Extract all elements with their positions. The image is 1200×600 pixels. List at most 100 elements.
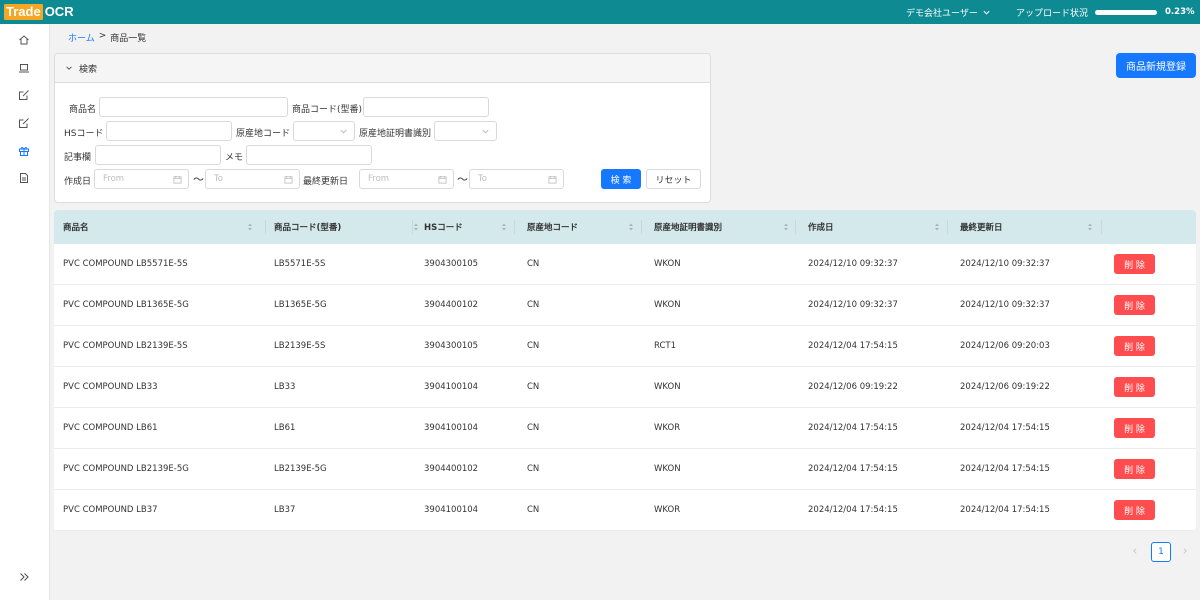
created-to-placeholder: To: [214, 174, 223, 184]
table-row[interactable]: PVC COMPOUND LB2139E-5G LB2139E-5G 3904400…: [54, 449, 1196, 490]
reset-button[interactable]: リセット: [646, 169, 701, 189]
table-cell: 2024/12/06 09:19:22: [960, 382, 1050, 392]
created-from-input[interactable]: From: [94, 169, 189, 189]
table-row[interactable]: PVC COMPOUND LB2139E-5S LB2139E-5S 3904300…: [54, 326, 1196, 367]
product-name-input[interactable]: [99, 97, 288, 117]
search-panel: 検索 商品名 商品コード(型番) HSコード 原産地コード 原産地証明書識別 記…: [54, 53, 711, 203]
product-code-label: 商品コード(型番): [292, 105, 363, 115]
table-row[interactable]: PVC COMPOUND LB61 LB61 3904100104 CN WKOR 202…: [54, 408, 1196, 449]
table-cell: PVC COMPOUND LB2139E-5G: [63, 464, 189, 474]
table-cell: PVC COMPOUND LB61: [63, 423, 158, 433]
table-cell: CN: [527, 259, 540, 269]
sort-icon[interactable]: [783, 222, 789, 232]
sort-icon[interactable]: [501, 222, 507, 232]
table-header: 商品名 商品コード(型番) HSコード 原産地コード 原産地証明書識別 作成日 最終更新日: [54, 210, 1196, 244]
table-cell: 3904400102: [424, 464, 479, 474]
table-cell: 2024/12/04 17:54:15: [960, 423, 1050, 433]
created-from-placeholder: From: [103, 174, 125, 184]
calendar-icon: [548, 175, 557, 184]
double-chevron-right-icon[interactable]: [17, 570, 31, 584]
table-row[interactable]: PVC COMPOUND LB5571E-5S LB5571E-5S 3904300…: [54, 244, 1196, 285]
new-product-button[interactable]: 商品新規登録: [1116, 53, 1196, 78]
table-cell: WKOR: [654, 423, 681, 433]
origin-cert-label: 原産地証明書識別: [359, 129, 432, 139]
column-header[interactable]: 原産地証明書識別: [654, 210, 722, 244]
table-row[interactable]: PVC COMPOUND LB37 LB37 3904100104 CN WKOR 202…: [54, 490, 1196, 531]
home-icon[interactable]: [17, 33, 31, 47]
breadcrumb: ホーム > 商品一覧: [68, 31, 146, 44]
table-cell: LB2139E-5G: [274, 464, 327, 474]
table-cell: 2024/12/06 09:20:03: [960, 341, 1050, 351]
table-cell: 2024/12/04 17:54:15: [808, 464, 898, 474]
delete-button[interactable]: 削 除: [1114, 459, 1155, 479]
table-cell: PVC COMPOUND LB2139E-5S: [63, 341, 188, 351]
table-cell: WKON: [654, 382, 681, 392]
column-header[interactable]: 最終更新日: [960, 210, 1003, 244]
origin-code-label: 原産地コード: [236, 129, 291, 139]
hs-code-input[interactable]: [106, 121, 232, 141]
laptop-icon[interactable]: [17, 61, 31, 75]
edit-icon[interactable]: [17, 88, 31, 102]
memo-input[interactable]: [246, 145, 372, 165]
table-cell: 2024/12/10 09:32:37: [808, 259, 898, 269]
sort-icon[interactable]: [628, 222, 634, 232]
delete-button[interactable]: 削 除: [1114, 336, 1155, 356]
table-row[interactable]: PVC COMPOUND LB1365E-5G LB1365E-5G 3904400…: [54, 285, 1196, 326]
updated-date-label: 最終更新日: [303, 177, 349, 187]
delete-button[interactable]: 削 除: [1114, 295, 1155, 315]
column-header[interactable]: HSコード: [424, 210, 463, 244]
search-panel-title: 検索: [79, 64, 98, 75]
delete-button[interactable]: 削 除: [1114, 254, 1155, 274]
table-cell: 2024/12/06 09:19:22: [808, 382, 898, 392]
origin-cert-select[interactable]: [434, 121, 497, 141]
updated-to-input[interactable]: To: [469, 169, 564, 189]
origin-code-select[interactable]: [293, 121, 355, 141]
column-header[interactable]: 原産地コード: [527, 210, 578, 244]
search-button[interactable]: 検 索: [601, 169, 641, 189]
pagination-next[interactable]: [1179, 544, 1191, 558]
upload-status-label: アップロード状況: [1016, 8, 1089, 19]
sort-icon[interactable]: [934, 222, 940, 232]
product-code-input[interactable]: [363, 97, 489, 117]
column-separator: [641, 220, 642, 234]
updated-from-input[interactable]: From: [359, 169, 454, 189]
chevron-down-icon: [66, 66, 72, 70]
column-separator: [795, 220, 796, 234]
table-cell: LB61: [274, 423, 296, 433]
user-menu[interactable]: デモ会社ユーザー: [906, 0, 991, 24]
pagination-prev[interactable]: [1129, 544, 1141, 558]
sort-icon[interactable]: [247, 222, 253, 232]
calendar-icon: [284, 175, 293, 184]
table-cell: LB33: [274, 382, 296, 392]
table-cell: PVC COMPOUND LB33: [63, 382, 158, 392]
table-row[interactable]: PVC COMPOUND LB33 LB33 3904100104 CN WKON 202…: [54, 367, 1196, 408]
logo-ocr-text: OCR: [44, 4, 74, 19]
notes-input[interactable]: [95, 145, 221, 165]
column-header[interactable]: 商品名: [63, 210, 89, 244]
column-header[interactable]: 商品コード(型番): [274, 210, 341, 244]
table-cell: 3904300105: [424, 341, 479, 351]
delete-button[interactable]: 削 除: [1114, 377, 1155, 397]
file-icon[interactable]: [17, 171, 31, 185]
app-logo[interactable]: Trade OCR: [4, 3, 74, 21]
table-cell: PVC COMPOUND LB5571E-5S: [63, 259, 188, 269]
gift-icon[interactable]: [17, 144, 31, 158]
calendar-icon: [173, 175, 182, 184]
sort-icon[interactable]: [1087, 222, 1093, 232]
breadcrumb-home[interactable]: ホーム: [68, 31, 95, 44]
chevron-right-icon: [1183, 548, 1187, 554]
hs-code-label: HSコード: [64, 129, 104, 139]
search-panel-header[interactable]: 検索: [55, 54, 710, 83]
column-separator: [514, 220, 515, 234]
chevron-down-icon: [340, 129, 347, 134]
column-header[interactable]: 作成日: [808, 210, 834, 244]
product-table: 商品名 商品コード(型番) HSコード 原産地コード 原産地証明書識別 作成日 最終更新日 …: [54, 210, 1196, 531]
edit-icon[interactable]: [17, 116, 31, 130]
pagination-page-1[interactable]: 1: [1151, 542, 1171, 562]
table-cell: 2024/12/04 17:54:15: [808, 505, 898, 515]
delete-button[interactable]: 削 除: [1114, 418, 1155, 438]
sort-icon[interactable]: [413, 222, 419, 232]
created-to-input[interactable]: To: [205, 169, 300, 189]
table-cell: 3904100104: [424, 505, 479, 515]
delete-button[interactable]: 削 除: [1114, 500, 1155, 520]
